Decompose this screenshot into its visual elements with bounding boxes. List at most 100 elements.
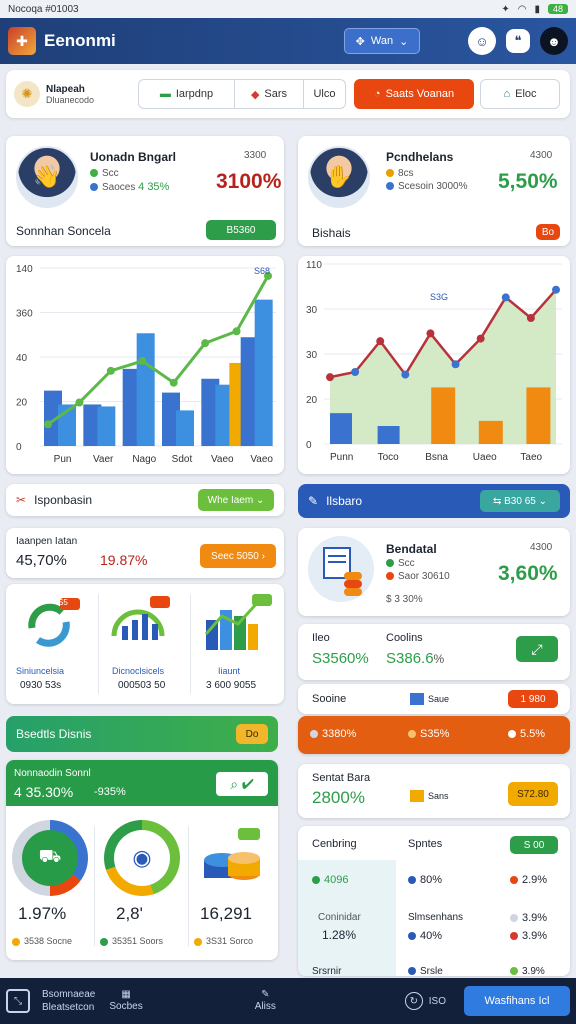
dot — [12, 937, 20, 946]
tab-sars[interactable]: ◆ Sars — [234, 79, 304, 109]
signal-icon: ▮ — [534, 3, 540, 15]
mini-stats-card: S5 Siniuncelsia 0930 53s S5 Dicnoclsicel… — [6, 584, 284, 704]
series-point — [552, 285, 560, 294]
y-tick-label: 0 — [306, 440, 312, 451]
ring-value-1: 1.97% — [18, 904, 67, 923]
ring-foot-3: 3S31 Sorco — [206, 936, 254, 946]
sub-a-label: Scc — [102, 168, 119, 179]
win-dropdown-button[interactable]: ✥ Wan ⌄ — [344, 28, 420, 54]
bottom-tab-1[interactable]: ▦ Socbes — [109, 989, 142, 1013]
page-indicator[interactable]: ↻ ISO — [404, 992, 446, 1010]
app-title: Eenonmi — [44, 31, 116, 50]
chevron-down-icon: ⌄ — [399, 35, 409, 48]
section-1-dropdown[interactable]: Whe Iaem ⌄ — [198, 489, 274, 511]
cell-r3c: 3.9% — [522, 966, 545, 976]
refresh-icon: ↻ — [404, 992, 423, 1010]
peak-label: S68 — [254, 266, 270, 276]
app-logo-icon[interactable]: ✚ — [8, 27, 36, 55]
pill-text: 1 980 — [520, 693, 546, 705]
summary-a: 3380% — [322, 728, 357, 740]
section-3-button[interactable]: Do — [236, 724, 268, 744]
search-check-icon[interactable]: ⌕ ✔ — [216, 772, 268, 796]
dot — [510, 876, 518, 885]
ring-value-3: 16,291 — [200, 904, 252, 923]
profile-card-1[interactable]: 👋 Uonadn Bngarl 3300 Scc Saoces 4 35% 31… — [6, 136, 284, 246]
bar — [254, 299, 273, 446]
profile-badge[interactable]: B5360 — [206, 220, 276, 240]
table-header-1: Cenbring — [312, 838, 357, 850]
x-tick-label: Vaeo — [211, 454, 234, 465]
sub-label-1: Coninidar — [318, 912, 361, 923]
section-header-2: ✎ Ilsbaro ⇆ B30 65 ⌄ — [298, 484, 570, 518]
stats-value-1: 45,70% — [16, 552, 67, 569]
globe-icon: ◉ — [114, 830, 170, 886]
section-1-title: Isponbasin — [34, 493, 93, 507]
bar — [330, 413, 352, 444]
profile-card-2[interactable]: ✋ Pcndhelans 4300 8cs Scesoin 3000% 5,50… — [298, 136, 570, 246]
bottom-tab-2[interactable]: ✎ Aliss — [255, 989, 276, 1013]
tab-label: Saats Voanan — [385, 88, 455, 100]
sooine-legend: Saue — [428, 694, 450, 704]
report-title: Bendatal — [386, 542, 437, 556]
sentat-value: 2800% — [312, 788, 365, 807]
x-tick-label: Vaeo — [250, 454, 273, 465]
x-tick-label: Pun — [54, 454, 72, 465]
tab-eloc[interactable]: ⌂ Eloc — [480, 79, 560, 109]
expand-button[interactable]: ⤢ — [516, 636, 558, 662]
mini-badge: S0 — [257, 586, 267, 595]
divider — [190, 594, 191, 694]
divider — [94, 826, 95, 946]
profile-sub-a: Scc — [90, 168, 119, 179]
kpi-label-2: Coolins — [386, 632, 423, 644]
pill-text: Seec 5050 — [211, 550, 259, 562]
pill-text: B30 65 — [504, 495, 536, 507]
win-label: Wan — [370, 35, 394, 47]
primary-action-button[interactable]: Wasfihans Icl — [464, 986, 570, 1016]
grid-icon: ✥ — [355, 35, 365, 48]
table-pill[interactable]: S 00 — [510, 836, 558, 854]
profile-top-value: 3300 — [244, 150, 267, 161]
sentat-title: Sentat Bara — [312, 772, 371, 784]
section-2-title: Ilsbaro — [326, 494, 363, 508]
y-tick-label: 360 — [16, 309, 33, 320]
profile-avatar[interactable]: ☻ — [540, 27, 568, 55]
sub-a-label: 8cs — [398, 168, 414, 179]
tab-iarpdnp[interactable]: ▬ Iarpdnp — [138, 79, 234, 109]
user-avatar[interactable]: ☺ — [468, 27, 496, 55]
green-value-2: -935% — [94, 786, 126, 798]
sentat-pill[interactable]: S72.80 — [508, 782, 558, 806]
section-2-dropdown[interactable]: ⇆ B30 65 ⌄ — [480, 490, 560, 512]
section-header-1: ✂ Isponbasin Whe Iaem ⌄ — [6, 484, 284, 516]
stats-action-button[interactable]: Seec 5050 › — [200, 544, 276, 568]
sub-label-2: Slmsenhans — [408, 912, 464, 923]
tab-saats-voanan[interactable]: ◔ Saats Voanan — [354, 79, 474, 109]
dot — [100, 937, 108, 946]
sub-a-label: Scc — [398, 558, 415, 569]
series-point — [376, 337, 385, 346]
profile-big-value: 3100% — [216, 170, 282, 193]
stats-title: Iaanpen Iatan — [16, 536, 78, 547]
bar — [377, 426, 400, 444]
brand-title: Nlapeah — [46, 83, 85, 95]
stats-value-2: 19.87% — [100, 552, 148, 568]
sub-b-label: Scesoin 3000% — [398, 181, 468, 192]
profile-footer: Bishais — [312, 226, 351, 240]
profile-badge[interactable]: Bo — [536, 224, 560, 240]
tab-ulco[interactable]: Ulco — [304, 79, 346, 109]
section-header-3: Bsedtls Disnis Do — [6, 716, 278, 752]
cell-r2c: 3.9% — [522, 912, 548, 924]
kpi-value-1: S3560% — [312, 650, 369, 667]
bottom-brand[interactable]: Bsomnaeae Bleatsetcon — [42, 988, 95, 1014]
x-tick-label: Taeo — [520, 452, 542, 463]
sooine-pill[interactable]: 1 980 — [508, 690, 558, 708]
mini-value: 0930 53s — [20, 680, 62, 691]
pill-text: S 00 — [523, 839, 545, 851]
chat-icon[interactable]: ❝ — [506, 29, 530, 53]
expand-icon[interactable]: ⤡ — [6, 989, 30, 1013]
dot — [510, 967, 518, 976]
trend-point — [106, 366, 115, 375]
legend-swatch — [410, 693, 424, 705]
x-tick-label: Sdot — [172, 454, 193, 465]
trend-point — [44, 420, 52, 429]
mini-label: Iiaunt — [218, 666, 241, 676]
